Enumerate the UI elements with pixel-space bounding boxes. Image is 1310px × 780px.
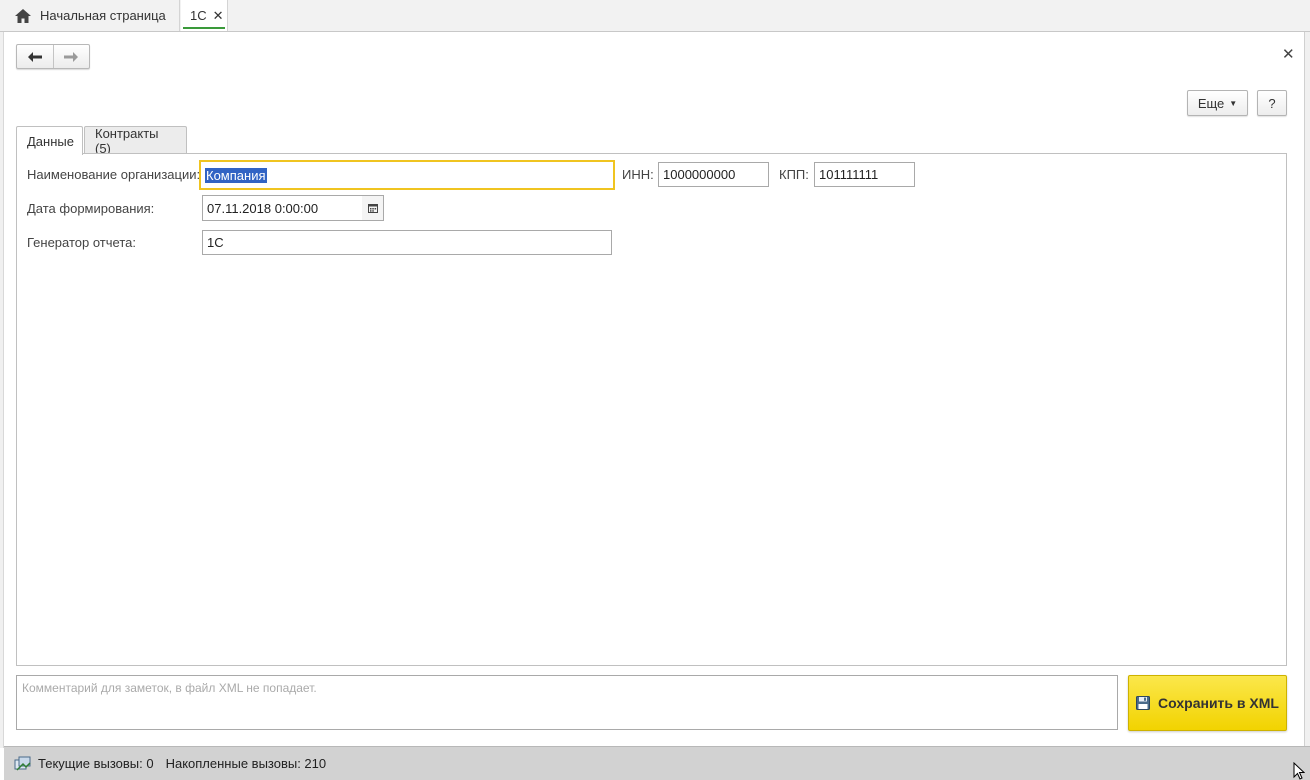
comment-textarea[interactable]: Комментарий для заметок, в файл XML не п… [16,675,1118,730]
top-tab-bar: Начальная страница 1С ✕ [0,0,1310,32]
help-button[interactable]: ? [1257,90,1287,116]
generator-label: Генератор отчета: [27,235,136,250]
tab-data[interactable]: Данные [16,126,83,155]
date-value: 07.11.2018 0:00:00 [207,200,319,216]
current-calls-text: Текущие вызовы: 0 [38,756,154,771]
date-input[interactable]: 07.11.2018 0:00:00 [202,195,363,221]
org-name-value: Компания [205,167,267,183]
close-icon[interactable]: ✕ [213,8,224,24]
inn-label: ИНН: [622,167,654,182]
org-name-input[interactable]: Компания [199,160,615,190]
kpp-value: 101111111 [819,167,879,182]
save-xml-label: Сохранить в XML [1158,695,1279,711]
active-tab-indicator [183,27,225,29]
tab-contracts-label: Контракты (5) [95,125,159,156]
right-scroll-edge [1304,32,1310,748]
tab-home[interactable]: Начальная страница [0,0,180,31]
status-bar: Текущие вызовы: 0 Накопленные вызовы: 21… [4,746,1310,780]
more-button[interactable]: Еще ▼ [1187,90,1248,116]
forward-button[interactable] [52,45,90,68]
save-xml-button[interactable]: Сохранить в XML [1128,675,1287,731]
generator-input[interactable]: 1С [202,230,612,255]
help-button-label: ? [1268,95,1276,111]
form-close-icon[interactable]: ✕ [1282,45,1295,63]
tab-1c[interactable]: 1С ✕ [181,0,228,31]
inn-input[interactable]: 1000000000 [658,162,769,187]
calendar-icon [367,204,378,213]
home-icon [15,8,31,23]
back-button[interactable] [17,45,53,68]
left-window-edge [0,32,4,748]
date-label: Дата формирования: [27,201,155,216]
more-button-label: Еще [1197,95,1225,111]
kpp-input[interactable]: 101111111 [814,162,915,187]
chevron-down-icon: ▼ [1229,98,1238,108]
floppy-disk-icon [1136,696,1151,710]
navigation-buttons [16,44,90,69]
tab-home-label: Начальная страница [40,8,166,23]
mouse-cursor-icon [1293,762,1305,780]
tab-1c-label: 1С [190,8,207,23]
calendar-button[interactable] [362,195,384,221]
arrow-right-icon [64,51,79,62]
arrow-left-icon [27,51,42,62]
comment-placeholder: Комментарий для заметок, в файл XML не п… [22,681,317,695]
accumulated-calls-text: Накопленные вызовы: 210 [165,756,327,771]
inn-value: 1000000000 [663,167,736,182]
kpp-label: КПП: [779,167,809,182]
performance-icon[interactable] [14,755,32,773]
tab-data-label: Данные [27,133,74,149]
generator-value: 1С [207,235,224,250]
org-name-label: Наименование организации: [27,167,201,182]
tab-contracts[interactable]: Контракты (5) [84,125,187,156]
